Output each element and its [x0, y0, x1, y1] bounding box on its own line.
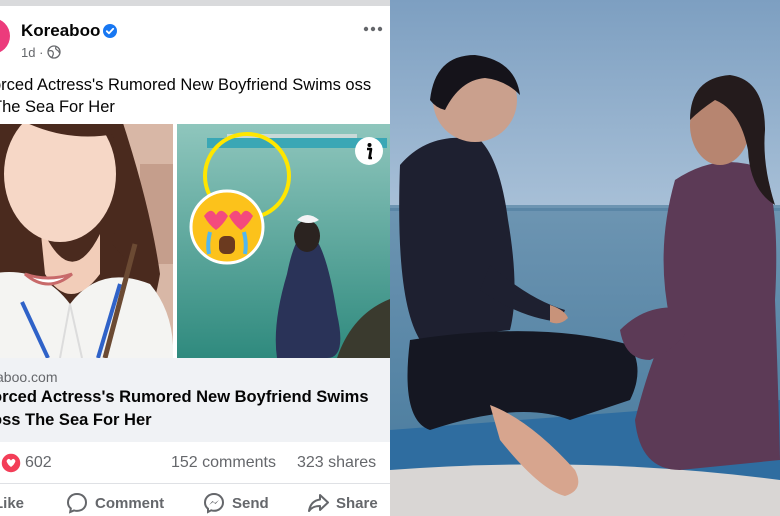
like-button[interactable]: Like	[0, 490, 24, 516]
comments-count[interactable]: 152 comments	[171, 454, 276, 472]
verified-badge-icon	[103, 24, 117, 38]
top-divider	[0, 0, 390, 6]
send-label: Send	[232, 494, 269, 512]
share-icon	[308, 494, 329, 512]
shares-count[interactable]: 323 shares	[297, 454, 376, 472]
page-avatar[interactable]	[0, 18, 10, 54]
messenger-icon	[203, 492, 225, 514]
action-divider	[0, 483, 390, 484]
post-image-actress[interactable]	[0, 124, 173, 358]
share-button[interactable]: Share	[307, 490, 378, 516]
couple-boat-photo	[390, 0, 780, 516]
link-domain: aboo.com	[0, 369, 58, 385]
send-button[interactable]: Send	[203, 490, 269, 516]
globe-icon	[47, 45, 61, 59]
page-name[interactable]: Koreaboo	[21, 21, 100, 41]
more-icon[interactable]	[362, 24, 384, 34]
comment-button[interactable]: Comment	[66, 490, 164, 516]
link-title[interactable]: orced Actress's Rumored New Boyfriend Sw…	[0, 386, 388, 432]
post-timestamp[interactable]: 1d ·	[21, 45, 43, 60]
reaction-count[interactable]: 602	[25, 454, 52, 472]
comment-icon	[66, 492, 88, 514]
comment-label: Comment	[95, 494, 165, 512]
facebook-post: Koreaboo 1d · orced Actress's Rumored Ne…	[0, 0, 390, 516]
share-label: Share	[336, 494, 378, 512]
love-reaction-icon[interactable]	[0, 452, 22, 474]
like-label: Like	[0, 494, 25, 512]
post-text: orced Actress's Rumored New Boyfriend Sw…	[0, 76, 372, 116]
info-icon[interactable]	[355, 137, 383, 165]
